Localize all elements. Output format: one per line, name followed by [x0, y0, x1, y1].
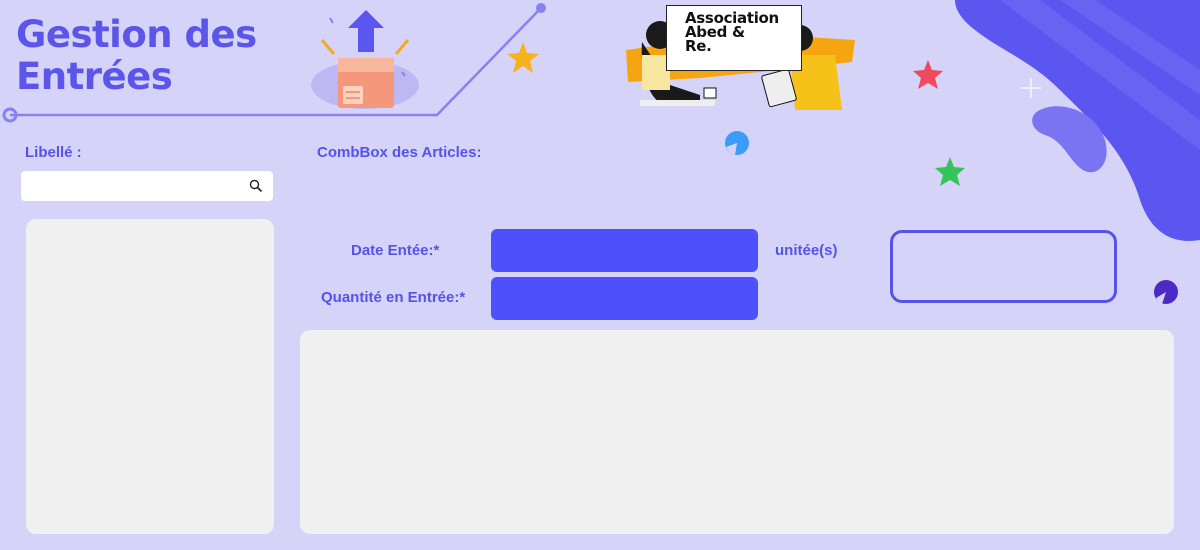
quantite-entree-field[interactable] — [491, 277, 758, 320]
decorative-line-end-dot — [536, 3, 546, 13]
quantite-entree-label: Quantité en Entrée:* — [321, 289, 466, 306]
page-title: Gestion des Entrées — [16, 14, 257, 98]
association-logo: Association Abed & Re. — [666, 5, 802, 71]
unite-label: unitée(s) — [775, 242, 838, 259]
libelle-list[interactable] — [26, 219, 274, 534]
libelle-search-input[interactable] — [27, 175, 249, 199]
libelle-label: Libellé : — [25, 144, 82, 161]
libelle-search-box[interactable] — [21, 171, 273, 201]
sparkle-icon — [1021, 78, 1041, 98]
star-green-icon — [935, 157, 965, 186]
star-red-icon — [913, 60, 943, 89]
logo-text-line3: Re. — [685, 37, 712, 55]
search-icon[interactable] — [249, 179, 263, 193]
unit-display-box[interactable] — [890, 230, 1117, 303]
page-title-line1: Gestion des — [16, 13, 257, 56]
combobox-articles-label: CombBox des Articles: — [317, 144, 482, 161]
page-title-line2: Entrées — [16, 55, 173, 98]
date-entree-field[interactable] — [491, 229, 758, 272]
entries-data-grid[interactable] — [300, 330, 1174, 534]
arrow-up-icon — [348, 10, 384, 52]
star-yellow-icon — [507, 42, 539, 73]
date-entree-label: Date Entée:* — [351, 242, 440, 259]
